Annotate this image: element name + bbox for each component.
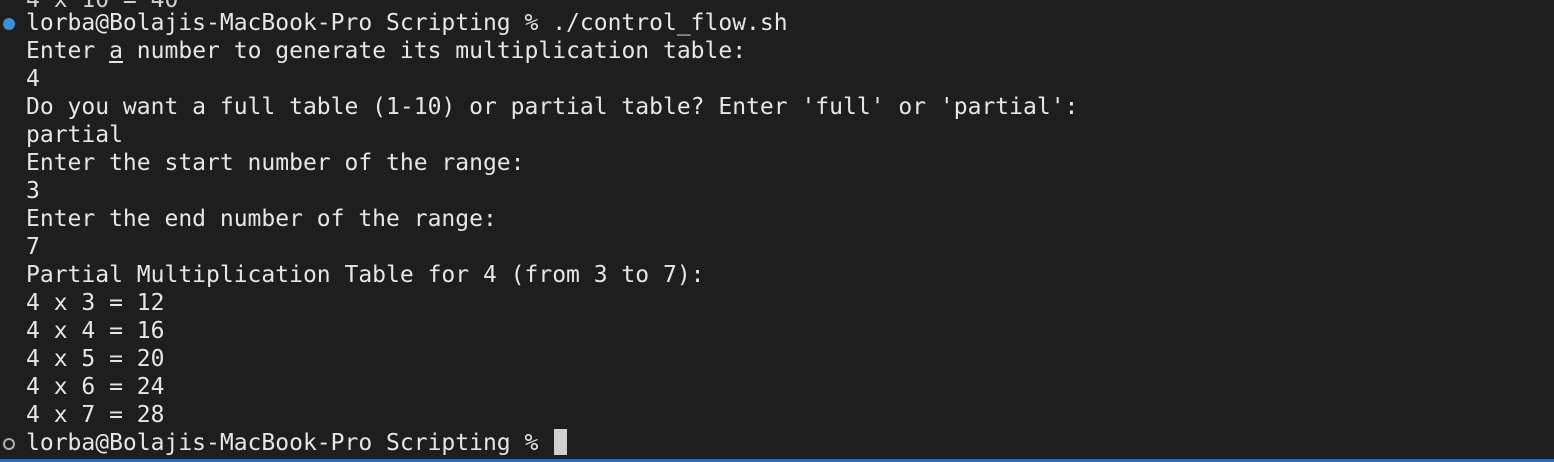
output-text-underlined: a [109, 38, 123, 64]
current-prompt-line[interactable]: lorba@Bolajis-MacBook-Pro Scripting % [26, 429, 568, 457]
output-text: Enter [26, 38, 110, 64]
input-line-start: 3 [26, 178, 40, 204]
table-row: 4 x 3 = 12 [26, 290, 165, 316]
table-row: 4 x 5 = 20 [26, 346, 165, 372]
prompt-text: lorba@Bolajis-MacBook-Pro Scripting % [26, 430, 553, 456]
input-line-table-type: partial [26, 122, 123, 148]
input-line-number: 4 [26, 66, 40, 92]
previous-command-line: lorba@Bolajis-MacBook-Pro Scripting % ./… [26, 10, 788, 36]
output-line-end: Enter the end number of the range: [26, 206, 497, 232]
command-pending-icon[interactable] [3, 438, 15, 450]
output-line-enter-number: Enter a number to generate its multiplic… [26, 37, 746, 65]
output-line-start: Enter the start number of the range: [26, 150, 525, 176]
output-line-heading: Partial Multiplication Table for 4 (from… [26, 262, 705, 288]
input-line-end: 7 [26, 234, 40, 260]
text-cursor [554, 429, 568, 455]
output-line-table-type: Do you want a full table (1-10) or parti… [26, 94, 1079, 120]
command-success-icon[interactable] [3, 18, 15, 30]
table-row: 4 x 4 = 16 [26, 318, 165, 344]
table-row: 4 x 6 = 24 [26, 374, 165, 400]
terminal-panel[interactable]: 4 x 10 = 40 lorba@Bolajis-MacBook-Pro Sc… [0, 0, 1554, 462]
output-text: number to generate its multiplication ta… [122, 38, 747, 64]
table-row: 4 x 7 = 28 [26, 402, 165, 428]
